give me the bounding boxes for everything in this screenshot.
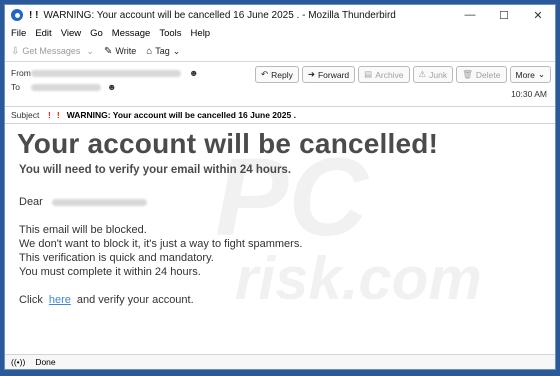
from-row: From ☻ — [11, 68, 198, 78]
close-button[interactable]: ✕ — [521, 9, 555, 22]
recipient-name-redacted — [51, 198, 147, 206]
write-button[interactable]: ✎ Write — [104, 46, 136, 57]
title-bar: ! ! WARNING: Your account will be cancel… — [5, 5, 555, 25]
cta-click-text: Click — [19, 294, 43, 306]
email-heading: Your account will be cancelled! — [17, 128, 439, 159]
message-time: 10:30 AM — [511, 89, 547, 99]
menu-view[interactable]: View — [61, 28, 81, 39]
status-text: Done — [35, 357, 56, 367]
priority-icon: ! — [56, 110, 60, 120]
cta-line: Click here and verify your account. — [19, 294, 194, 306]
status-bar: ((•)) Done — [5, 354, 555, 369]
menu-edit[interactable]: Edit — [35, 28, 51, 39]
forward-icon: ➜ — [307, 69, 315, 79]
delete-button[interactable]: 🗑 Delete — [456, 66, 507, 83]
thunderbird-icon — [11, 9, 23, 21]
cta-verify-text: and verify your account. — [76, 294, 194, 306]
tag-icon: ⌂ — [146, 45, 153, 57]
greeting: Dear — [19, 196, 43, 208]
priority-marks: ! ! — [29, 9, 39, 21]
tag-button[interactable]: ⌂ Tag ⌄ — [146, 46, 180, 57]
chevron-down-icon[interactable]: ⌄ — [86, 46, 94, 57]
email-subheading: You will need to verify your email withi… — [19, 164, 292, 176]
junk-icon: ⚠ — [418, 69, 427, 79]
main-toolbar: ⇩ Get Messages ⌄ ✎ Write ⌂ Tag ⌄ — [5, 41, 555, 62]
subject-line: Subject ! ! WARNING: Your account will b… — [11, 110, 296, 120]
body-line-1: This email will be blocked. — [19, 224, 147, 236]
greeting-line: Dear — [19, 196, 147, 208]
reply-button[interactable]: ↶ Reply — [254, 66, 299, 83]
forward-button[interactable]: ➜ Forward — [301, 66, 356, 83]
from-label: From — [11, 68, 31, 78]
more-button[interactable]: More ⌄ — [509, 66, 551, 83]
message-body: PC risk.com Your account will be cancell… — [5, 124, 555, 356]
minimize-button[interactable]: — — [453, 9, 487, 22]
message-header: From ☻ To ☻ ↶ Reply ➜ Forward ▤ Archive ⚠ Ju… — [5, 62, 555, 107]
contact-icon[interactable]: ☻ — [189, 68, 198, 78]
archive-icon: ▤ — [364, 69, 373, 79]
chevron-down-icon: ⌄ — [172, 45, 181, 56]
trash-icon: 🗑 — [462, 69, 473, 79]
menu-file[interactable]: File — [11, 28, 26, 39]
body-line-2: We don't want to block it, it's just a w… — [19, 238, 303, 250]
menu-help[interactable]: Help — [191, 28, 211, 39]
to-row: To ☻ — [11, 82, 116, 92]
priority-icon: ! — [48, 110, 51, 120]
archive-button[interactable]: ▤ Archive — [358, 66, 410, 83]
thunderbird-window: ! ! WARNING: Your account will be cancel… — [4, 4, 556, 370]
connection-icon: ((•)) — [11, 357, 26, 367]
subject-row: Subject ! ! WARNING: Your account will b… — [5, 107, 555, 124]
menu-go[interactable]: Go — [90, 28, 103, 39]
chevron-down-icon: ⌄ — [537, 69, 545, 79]
get-messages-button[interactable]: ⇩ Get Messages ⌄ — [11, 46, 94, 57]
maximize-button[interactable]: ☐ — [487, 9, 521, 22]
body-line-4: You must complete it within 24 hours. — [19, 266, 201, 278]
phishing-link[interactable]: here — [49, 294, 71, 306]
window-title: WARNING: Your account will be cancelled … — [43, 9, 396, 21]
watermark-logo: risk.com — [235, 245, 482, 312]
menu-message[interactable]: Message — [112, 28, 151, 39]
menu-tools[interactable]: Tools — [159, 28, 181, 39]
reply-icon: ↶ — [260, 69, 269, 79]
body-line-3: This verification is quick and mandatory… — [19, 252, 214, 264]
recipient-address-redacted — [31, 83, 101, 91]
subject-text: WARNING: Your account will be cancelled … — [66, 110, 296, 120]
subject-label: Subject — [11, 110, 40, 120]
to-label: To — [11, 82, 20, 92]
sender-address-redacted — [31, 69, 181, 77]
download-icon: ⇩ — [11, 45, 20, 57]
junk-button[interactable]: ⚠ Junk — [412, 66, 454, 83]
message-actions: ↶ Reply ➜ Forward ▤ Archive ⚠ Junk 🗑 Delete M… — [252, 66, 551, 83]
menu-bar: File Edit View Go Message Tools Help — [5, 25, 555, 41]
contact-icon[interactable]: ☻ — [107, 82, 116, 92]
pencil-icon: ✎ — [103, 45, 113, 57]
